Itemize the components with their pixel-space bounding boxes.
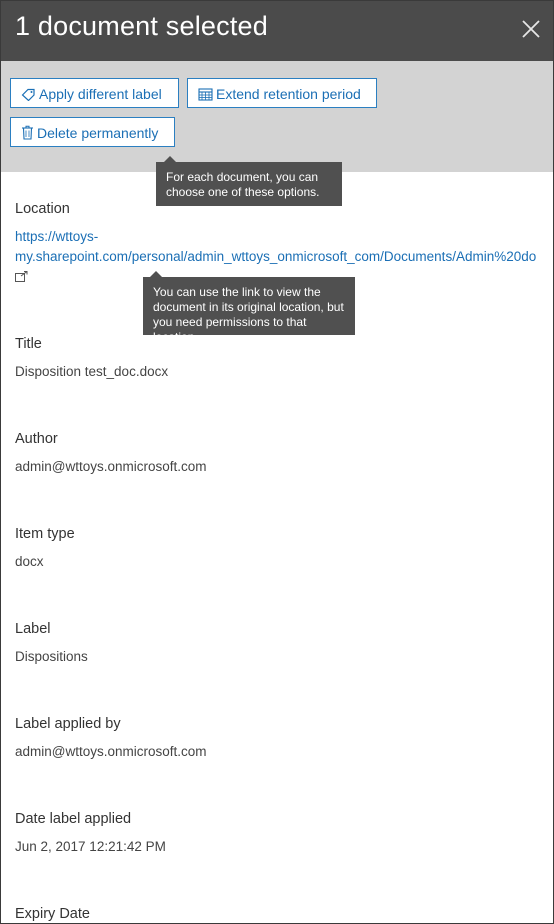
label-applied-by-label: Label applied by: [15, 716, 121, 732]
apply-different-label-button[interactable]: Apply different label: [10, 78, 179, 108]
link-tooltip-line-1: You can use the link to view the: [153, 285, 321, 299]
link-tooltip-line-3: you need permissions to that location.: [153, 315, 307, 344]
delete-permanently-text: Delete permanently: [37, 125, 159, 141]
label-value: Dispositions: [15, 649, 88, 664]
date-label-applied-value: Jun 2, 2017 12:21:42 PM: [15, 839, 166, 854]
label-applied-by-value: admin@wttoys.onmicrosoft.com: [15, 744, 207, 759]
date-label-applied-label: Date label applied: [15, 811, 132, 827]
action-toolbar: Apply different label Extend retention p…: [1, 61, 553, 172]
panel-title: 1 document selected: [15, 11, 268, 41]
author-label: Author: [15, 431, 58, 447]
panel-header: 1 document selected: [1, 1, 553, 61]
document-details-panel: 1 document selected Apply different labe…: [0, 0, 554, 924]
apply-different-label-text: Apply different label: [39, 86, 162, 102]
trash-icon: [22, 125, 33, 140]
location-link[interactable]: https://wttoys- my.sharepoint.com/person…: [15, 227, 536, 267]
tag-icon: [21, 88, 35, 102]
calendar-icon: [198, 88, 213, 101]
author-value: admin@wttoys.onmicrosoft.com: [15, 459, 207, 474]
item-type-label: Item type: [15, 526, 75, 542]
extend-retention-period-text: Extend retention period: [216, 86, 361, 102]
options-tooltip-line-2: choose one of these options.: [166, 185, 320, 199]
label-label: Label: [15, 621, 51, 637]
expiry-date-label: Expiry Date: [15, 906, 90, 922]
item-type-value: docx: [15, 554, 44, 569]
title-value: Disposition test_doc.docx: [15, 364, 169, 379]
link-tooltip: You can use the link to view the documen…: [143, 271, 355, 344]
location-url-line-1: https://wttoys-: [15, 229, 99, 244]
location-label: Location: [15, 201, 70, 217]
close-icon[interactable]: [519, 17, 543, 41]
options-tooltip: For each document, you can choose one of…: [156, 156, 342, 206]
delete-permanently-button[interactable]: Delete permanently: [10, 117, 175, 147]
title-label: Title: [15, 336, 42, 352]
location-url-line-2: my.sharepoint.com/personal/admin_wttoys_…: [15, 249, 537, 264]
open-external-icon[interactable]: [15, 269, 28, 287]
extend-retention-period-button[interactable]: Extend retention period: [187, 78, 377, 108]
options-tooltip-line-1: For each document, you can: [166, 170, 319, 184]
link-tooltip-line-2: document in its original location, but: [153, 300, 344, 314]
